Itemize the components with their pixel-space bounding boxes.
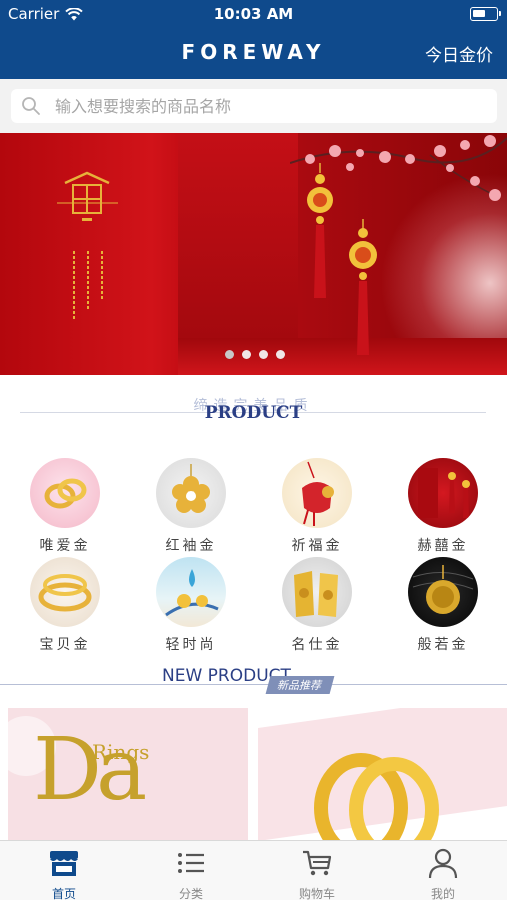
baby-bangle-photo-icon xyxy=(30,557,100,627)
person-icon xyxy=(428,848,458,879)
banner-dot-4[interactable] xyxy=(276,350,285,359)
category-label: 般若金 xyxy=(417,637,469,653)
category-baobei[interactable]: 宝贝金 xyxy=(20,557,110,654)
tab-profile[interactable]: 我的 xyxy=(393,847,493,900)
search-box[interactable] xyxy=(11,89,497,123)
status-bar: Carrier 10:03 AM xyxy=(0,0,507,28)
tab-home-label: 首页 xyxy=(51,887,76,900)
top-bar: Carrier 10:03 AM FOREWAY 今日金价 xyxy=(0,0,507,79)
banner-logo-emblem xyxy=(57,171,118,221)
fashion-charm-photo-icon xyxy=(156,557,226,627)
red-pouch-photo-icon xyxy=(282,458,352,528)
cart-icon xyxy=(303,850,332,876)
product-card-rings-da[interactable]: Da Rings xyxy=(8,708,248,841)
category-label: 轻时尚 xyxy=(165,637,217,653)
category-qingshishang[interactable]: 轻时尚 xyxy=(146,557,236,654)
banner-dot-2[interactable] xyxy=(242,350,251,359)
card-big-text: Da xyxy=(33,720,147,820)
product-card-gold-rings[interactable] xyxy=(258,708,507,841)
tab-cart-label: 购物车 xyxy=(298,887,335,900)
product-section-header: 缔造完美品质 PRODUCT xyxy=(0,393,507,425)
battery-icon xyxy=(470,7,501,21)
new-product-header: NEW PRODUCT 新品推荐 xyxy=(0,666,507,696)
tab-bar: 首页 分类 购物车 我的 xyxy=(0,840,507,900)
store-icon xyxy=(50,851,78,876)
gold-price-link[interactable]: 今日金价 xyxy=(425,41,493,66)
search-area xyxy=(0,79,507,133)
flower-pendant-photo-icon xyxy=(156,458,226,528)
promo-banner[interactable] xyxy=(0,133,507,375)
category-label: 赫囍金 xyxy=(417,538,469,554)
category-mingshi[interactable]: 名仕金 xyxy=(272,557,362,654)
category-label: 名仕金 xyxy=(291,637,343,653)
banner-pendant-2 xyxy=(349,219,377,355)
search-icon xyxy=(22,97,40,115)
buddha-pendant-photo-icon xyxy=(408,557,478,627)
card-sub-text: Rings xyxy=(92,740,150,764)
status-time: 10:03 AM xyxy=(213,5,294,23)
red-tassel-photo-icon xyxy=(408,458,478,528)
tab-cart[interactable]: 购物车 xyxy=(267,847,367,900)
tab-home[interactable]: 首页 xyxy=(14,847,114,900)
section-title-en: PRODUCT xyxy=(204,403,303,423)
category-qifu[interactable]: 祈福金 xyxy=(272,458,362,555)
new-product-cards: Da Rings xyxy=(0,708,507,841)
category-label: 祈福金 xyxy=(291,538,343,554)
category-bore[interactable]: 般若金 xyxy=(398,557,488,654)
category-hongxiu[interactable]: 红袖金 xyxy=(146,458,236,555)
category-label: 宝贝金 xyxy=(39,637,91,653)
category-label: 红袖金 xyxy=(165,538,217,554)
banner-pagination xyxy=(225,350,285,359)
ring-pair-photo-icon xyxy=(30,458,100,528)
tab-category-label: 分类 xyxy=(178,887,203,900)
search-input[interactable] xyxy=(55,96,475,116)
gold-rings-photo-icon xyxy=(314,753,439,841)
banner-dot-1[interactable] xyxy=(225,350,234,359)
banner-pendant-1 xyxy=(307,163,333,298)
new-product-tag: 新品推荐 xyxy=(265,676,335,694)
category-weiai[interactable]: 唯爱金 xyxy=(20,458,110,555)
category-hexi[interactable]: 赫囍金 xyxy=(398,458,488,555)
banner-dot-3[interactable] xyxy=(259,350,268,359)
tab-category[interactable]: 分类 xyxy=(141,847,241,900)
tab-profile-label: 我的 xyxy=(430,887,455,900)
list-icon xyxy=(178,853,204,873)
banner-vertical-text xyxy=(73,251,103,321)
gold-plaque-photo-icon xyxy=(282,557,352,627)
category-label: 唯爱金 xyxy=(39,538,91,554)
